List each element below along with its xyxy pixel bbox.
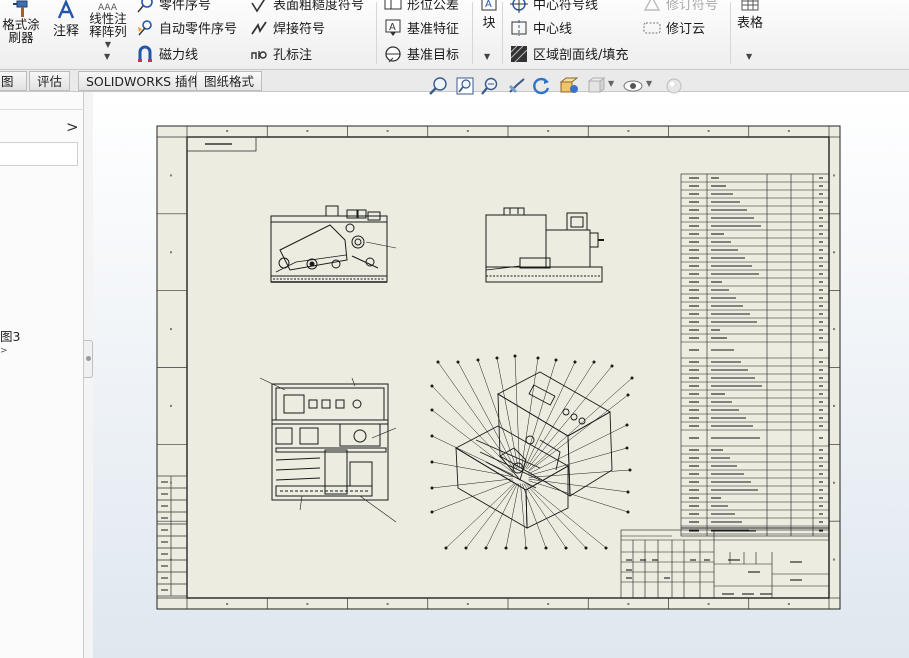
balloon-marker xyxy=(495,356,499,360)
balloon-marker xyxy=(430,486,434,490)
balloon-marker xyxy=(544,546,548,550)
balloon-marker xyxy=(554,358,558,362)
balloon-marker xyxy=(456,360,460,364)
balloon-marker xyxy=(536,356,540,360)
balloon-marker xyxy=(630,376,634,380)
balloon-marker xyxy=(584,546,588,550)
balloon-marker xyxy=(464,546,468,550)
balloon-marker xyxy=(430,408,434,412)
balloon-marker xyxy=(436,360,440,364)
balloon-marker xyxy=(430,434,434,438)
balloon-marker xyxy=(444,546,448,550)
balloon-marker xyxy=(476,358,480,362)
sheet-paper xyxy=(156,125,841,610)
balloon-marker xyxy=(626,510,630,514)
balloon-marker xyxy=(513,354,517,358)
balloon-marker xyxy=(504,546,508,550)
balloon-marker xyxy=(430,510,434,514)
balloon-marker xyxy=(626,393,630,397)
balloon-marker xyxy=(524,546,528,550)
drawing-sheet[interactable] xyxy=(0,0,909,658)
balloon-marker xyxy=(430,384,434,388)
balloon-marker xyxy=(628,468,632,472)
balloon-marker xyxy=(592,360,596,364)
balloon-marker xyxy=(625,423,629,427)
balloon-marker xyxy=(610,364,614,368)
balloon-marker xyxy=(625,446,629,450)
balloon-marker xyxy=(626,490,630,494)
balloon-marker xyxy=(484,546,488,550)
balloon-marker xyxy=(573,360,577,364)
balloon-marker xyxy=(564,546,568,550)
balloon-marker xyxy=(430,460,434,464)
solidworks-window: 格式涂 刷器 注释 AAA 线性注 释阵列 ▼ 零件序号 自动零件序号 磁力线 … xyxy=(0,0,909,658)
balloon-marker xyxy=(604,546,608,550)
